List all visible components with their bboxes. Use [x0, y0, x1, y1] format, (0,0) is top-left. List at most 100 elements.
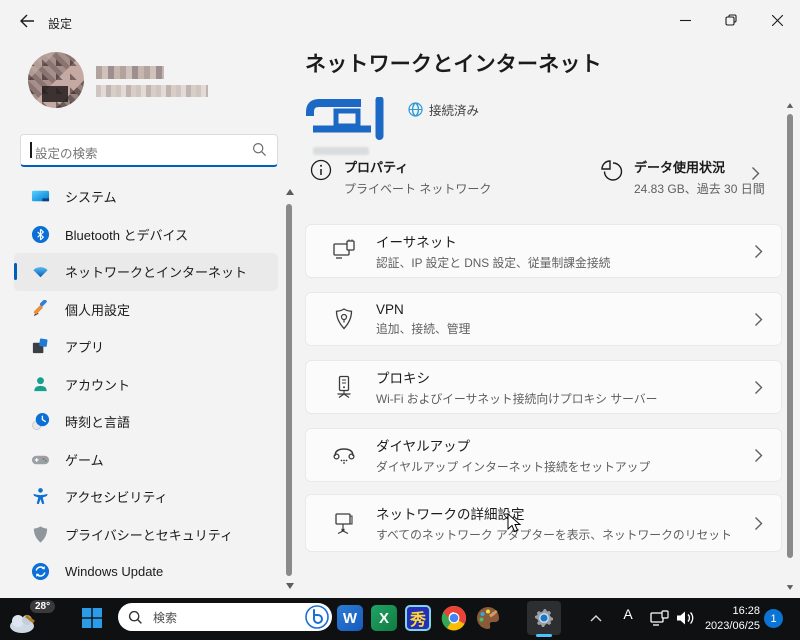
- settings-app-icon-active[interactable]: [527, 601, 561, 637]
- sidebar-item-apps[interactable]: アプリ: [14, 328, 278, 366]
- sidebar-item-accounts[interactable]: アカウント: [14, 366, 278, 404]
- chrome-logo-icon: [441, 606, 467, 631]
- ethernet-tray-icon: [649, 609, 669, 626]
- start-button[interactable]: [78, 604, 106, 632]
- paint-app-icon[interactable]: [474, 604, 502, 632]
- sidebar-item-label: システム: [65, 190, 117, 206]
- search-icon: [252, 142, 267, 157]
- bing-chat-icon: [305, 605, 329, 629]
- restore-button[interactable]: [708, 0, 754, 40]
- sidebar-scroll-down-icon[interactable]: [285, 582, 295, 590]
- network-name-blurred: [313, 147, 369, 155]
- chevron-up-icon: [590, 614, 602, 621]
- chevron-right-icon: [752, 167, 760, 180]
- card-proxy[interactable]: プロキシ Wi-Fi およびイーサネット接続向けプロキシ サーバー: [305, 360, 782, 414]
- chevron-right-icon: [755, 244, 763, 258]
- card-dialup[interactable]: ダイヤルアップ ダイヤルアップ インターネット接続をセットアップ: [305, 428, 782, 482]
- settings-search-input[interactable]: 設定の検索: [20, 134, 278, 167]
- notification-badge[interactable]: 1: [764, 609, 783, 628]
- close-icon: [771, 14, 783, 26]
- clock-time: 16:28: [732, 605, 760, 617]
- speaker-icon: [676, 611, 693, 625]
- sidebar-item-label: アプリ: [65, 340, 105, 356]
- shield-icon: [33, 526, 48, 543]
- titlebar: 設定: [0, 0, 800, 40]
- close-button[interactable]: [754, 0, 800, 40]
- card-vpn[interactable]: VPN 追加、接続、管理: [305, 292, 782, 346]
- apps-icon: [32, 338, 48, 354]
- card-subtitle: 認証、IP 設定と DNS 設定、従量制課金接続: [376, 256, 611, 270]
- account-person-icon: [34, 377, 47, 391]
- clock-language-icon: [32, 413, 50, 431]
- sidebar-item-personalization[interactable]: 個人用設定: [14, 291, 278, 329]
- data-usage-button[interactable]: データ使用状況 24.83 GB、過去 30 日間: [600, 157, 765, 197]
- sidebar-item-label: ネットワークとインターネット: [65, 265, 248, 281]
- restore-icon: [725, 14, 737, 26]
- globe-icon: [408, 102, 423, 117]
- window-controls: [662, 0, 800, 40]
- card-advanced-network[interactable]: ネットワークの詳細設定 すべてのネットワーク アダプターを表示、ネットワークのリ…: [305, 494, 782, 552]
- tray-network-icon[interactable]: [645, 604, 673, 632]
- main-scroll-up-icon[interactable]: [786, 102, 794, 109]
- ethernet-icon: [333, 239, 355, 259]
- sidebar-nav: システム Bluetooth とデバイス ネットワークとインターネット 個人用設…: [14, 178, 278, 591]
- proxy-server-icon: [337, 375, 351, 398]
- sidebar-item-network-internet[interactable]: ネットワークとインターネット: [14, 253, 278, 291]
- sidebar-item-time-language[interactable]: 時刻と言語: [14, 403, 278, 441]
- card-title: ダイヤルアップ: [376, 439, 471, 454]
- sidebar-item-label: Bluetooth とデバイス: [65, 227, 189, 243]
- back-button[interactable]: [14, 10, 40, 32]
- sidebar-item-accessibility[interactable]: アクセシビリティ: [14, 478, 278, 516]
- cloud-icon: [10, 614, 35, 633]
- card-title: プロキシ: [376, 371, 430, 386]
- sidebar-item-privacy-security[interactable]: プライバシーとセキュリティ: [14, 516, 278, 554]
- tray-expand-button[interactable]: [582, 604, 610, 632]
- vpn-shield-icon: [335, 308, 353, 330]
- sidebar-scroll-up-icon[interactable]: [285, 188, 295, 196]
- chevron-right-icon: [755, 448, 763, 462]
- windows-logo-icon: [82, 608, 102, 628]
- back-arrow-icon: [20, 14, 34, 28]
- advanced-network-icon: [335, 513, 353, 535]
- chrome-app-icon[interactable]: [440, 604, 468, 632]
- taskbar-clock[interactable]: 16:28 2023/06/25: [694, 604, 760, 634]
- properties-button[interactable]: プロパティ プライベート ネットワーク: [310, 157, 491, 197]
- mouse-cursor: [507, 513, 522, 533]
- sidebar-item-label: ゲーム: [65, 452, 104, 468]
- card-subtitle: Wi-Fi およびイーサネット接続向けプロキシ サーバー: [376, 392, 658, 406]
- gear-icon: [535, 609, 553, 627]
- bluetooth-icon: [31, 225, 50, 243]
- clock-date: 2023/06/25: [704, 620, 760, 632]
- ime-mode-indicator[interactable]: A: [618, 606, 638, 622]
- card-subtitle: ダイヤルアップ インターネット接続をセットアップ: [376, 460, 651, 474]
- card-ethernet[interactable]: イーサネット 認証、IP 設定と DNS 設定、従量制課金接続: [305, 224, 782, 278]
- sidebar-item-bluetooth-devices[interactable]: Bluetooth とデバイス: [14, 216, 278, 254]
- chevron-right-icon: [755, 312, 763, 326]
- sidebar-item-label: 個人用設定: [65, 302, 131, 318]
- user-name-blurred: [96, 66, 164, 79]
- card-title: ネットワークの詳細設定: [376, 507, 525, 522]
- sidebar-item-label: アクセシビリティ: [65, 490, 168, 506]
- text-caret: [30, 142, 32, 158]
- word-app-icon[interactable]: W: [336, 604, 364, 632]
- hidemaru-app-icon[interactable]: 秀: [404, 604, 432, 632]
- sidebar-item-system[interactable]: システム: [14, 178, 278, 216]
- excel-app-icon[interactable]: X: [370, 604, 398, 632]
- main-scroll-down-icon[interactable]: [786, 584, 794, 591]
- sidebar-item-gaming[interactable]: ゲーム: [14, 441, 278, 479]
- paintbrush-icon: [33, 299, 47, 316]
- sidebar-scrollbar[interactable]: [286, 204, 292, 576]
- accessibility-person-icon: [33, 488, 48, 505]
- minimize-button[interactable]: [662, 0, 708, 40]
- ethernet-hero-icon: [306, 97, 384, 140]
- search-icon: [128, 610, 142, 624]
- sidebar-item-windows-update[interactable]: Windows Update: [14, 553, 278, 591]
- dialup-phone-icon: [333, 448, 355, 464]
- user-avatar[interactable]: [28, 52, 84, 108]
- connection-status: 接続済み: [408, 100, 479, 119]
- taskbar-search-input[interactable]: 検索: [118, 603, 332, 631]
- main-scrollbar[interactable]: [787, 114, 793, 558]
- minimize-icon: [679, 19, 691, 21]
- weather-widget[interactable]: 28°: [8, 600, 70, 636]
- user-email-blurred: [96, 85, 208, 97]
